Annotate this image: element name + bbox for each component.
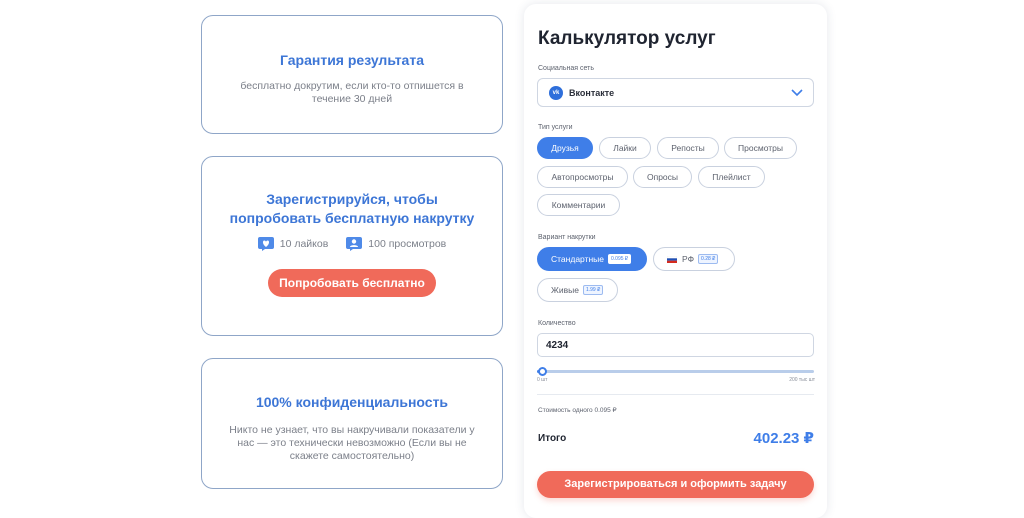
guarantee-title: Гарантия результата [280,52,424,68]
service-chip-playlist[interactable]: Плейлист [698,166,765,188]
divider [537,394,814,395]
variant-rf-price: 0.28 ₽ [698,254,719,264]
guarantee-card: Гарантия результата бесплатно докрутим, … [201,15,503,134]
perk-views: 100 просмотров [346,237,446,251]
variant-standard[interactable]: Стандартные 0.095 ₽ [537,247,647,271]
service-chip-autoviews[interactable]: Автопросмотры [537,166,628,188]
network-label: Социальная сеть [538,65,594,72]
slider-max-label: 200 тыс шт [789,377,815,383]
service-chip-friends[interactable]: Друзья [537,137,593,159]
service-chip-polls[interactable]: Опросы [633,166,692,188]
service-calculator: Калькулятор услуг Социальная сеть vk Вко… [524,4,827,518]
perk-likes-label: 10 лайков [279,238,329,250]
service-chip-likes[interactable]: Лайки [599,137,651,159]
network-select-value: Вконтакте [569,88,615,98]
try-free-button[interactable]: Попробовать бесплатно [268,269,436,297]
trial-title: Зарегистрируйся, чтобы попробовать беспл… [229,191,475,226]
register-submit-button[interactable]: Зарегистрироваться и оформить задачу [537,471,814,498]
service-chip-views[interactable]: Просмотры [724,137,797,159]
variant-live-price: 1.99 ₽ [582,285,604,295]
privacy-card: 100% конфиденциальность Никто не узнает,… [201,358,503,489]
slider-min-label: 0 шт [537,377,548,383]
service-type-label: Тип услуги [538,124,573,131]
variant-standard-price: 0.095 ₽ [608,254,632,264]
service-chip-reposts[interactable]: Репосты [657,137,719,159]
perk-likes: 10 лайков [257,237,329,251]
quantity-slider-track[interactable] [537,370,814,373]
perk-views-label: 100 просмотров [368,238,447,250]
quantity-input[interactable] [537,333,814,357]
user-icon [346,237,363,251]
quantity-label: Количество [538,320,576,327]
calculator-title: Калькулятор услуг [538,28,716,49]
variant-live[interactable]: Живые 1.99 ₽ [537,278,618,302]
total-label: Итого [538,433,567,444]
page: Гарантия результата бесплатно докрутим, … [0,0,1024,518]
chevron-down-icon [791,89,803,97]
variant-rf-label: РФ [682,254,695,264]
trial-perks: 10 лайков 100 просмотров [202,237,502,251]
privacy-text: Никто не узнает, что вы накручивали пока… [229,424,475,462]
vk-icon: vk [549,86,563,100]
guarantee-text: бесплатно докрутим, если кто-то отпишетс… [240,80,464,105]
variant-standard-label: Стандартные [551,254,605,264]
privacy-title: 100% конфиденциальность [255,394,449,410]
service-chip-comments[interactable]: Комментарии [537,194,620,216]
variant-label: Вариант накрутки [538,234,596,241]
unit-cost: Стоимость одного 0.095 ₽ [538,407,617,414]
trial-card: Зарегистрируйся, чтобы попробовать беспл… [201,156,503,336]
variant-rf[interactable]: РФ 0.28 ₽ [653,247,735,271]
heart-icon [257,237,274,251]
russia-flag-icon [667,255,677,263]
network-select[interactable]: vk Вконтакте [537,78,814,107]
variant-live-label: Живые [551,285,579,295]
quantity-slider-handle[interactable] [538,367,548,376]
total-value: 402.23 ₽ [753,430,814,447]
